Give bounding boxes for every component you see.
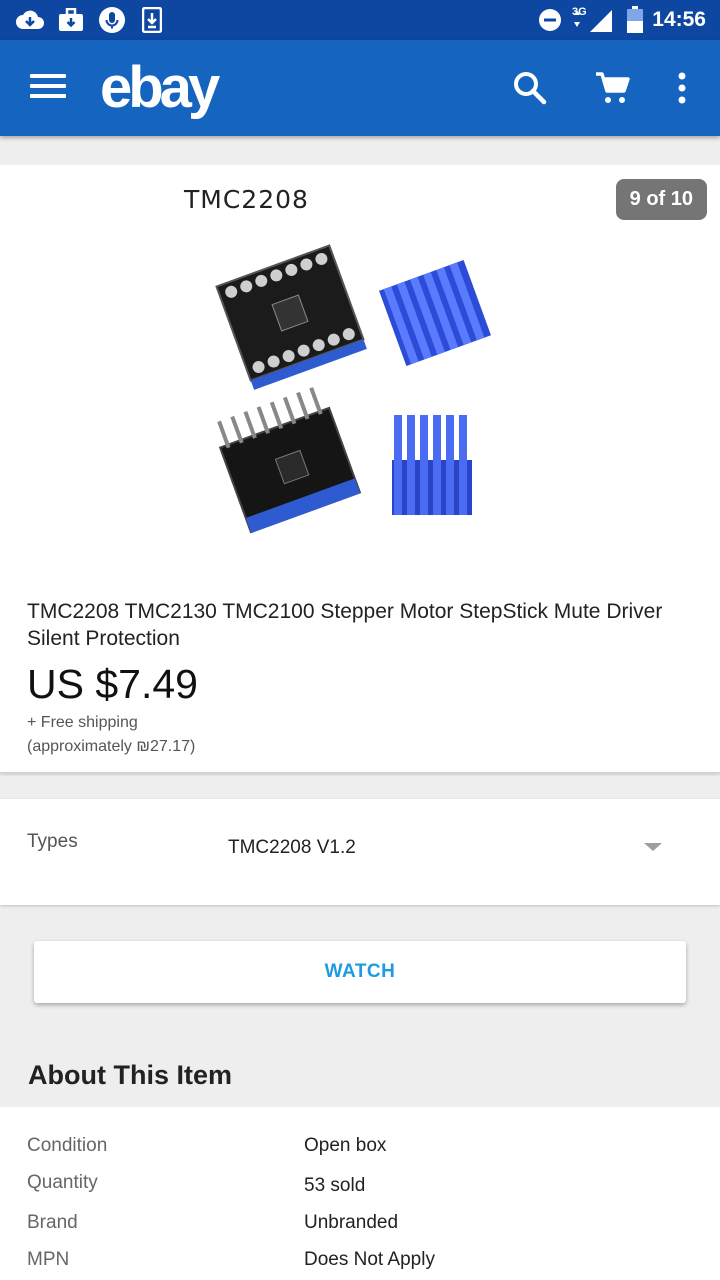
spec-key: MPN <box>27 1249 70 1270</box>
spec-row-condition: Condition Open box <box>0 1135 720 1165</box>
spec-value: Does Not Apply <box>304 1249 435 1270</box>
search-icon[interactable] <box>512 70 548 106</box>
spec-value: Unbranded <box>304 1212 399 1233</box>
signal-icon <box>570 7 614 33</box>
spec-row-mpn: MPN Does Not Apply <box>0 1249 720 1279</box>
status-bar: 3G 14:56 <box>0 0 720 40</box>
download-cloud-icon <box>16 7 44 33</box>
dropdown-arrow-icon[interactable] <box>644 843 662 851</box>
spec-key: Quantity <box>27 1172 98 1193</box>
item-info: TMC2208 TMC2130 TMC2100 Stepper Motor St… <box>0 575 720 773</box>
spec-value: Open box <box>304 1135 387 1156</box>
image-gallery[interactable]: TMC2208 9 of 10 <box>0 165 720 575</box>
watch-button[interactable]: WATCH <box>34 941 686 1003</box>
microphone-icon <box>98 7 126 33</box>
cart-icon[interactable] <box>594 70 630 106</box>
product-image[interactable] <box>210 235 510 535</box>
spec-row-brand: Brand Unbranded <box>0 1212 720 1242</box>
menu-icon[interactable] <box>30 70 66 106</box>
spec-value: 53 sold <box>304 1175 366 1196</box>
ebay-logo[interactable]: ebay <box>100 54 220 121</box>
battery-icon <box>626 6 644 33</box>
item-specifics: Condition Open box Quantity 53 sold Bran… <box>0 1107 720 1280</box>
about-heading: About This Item <box>28 1060 232 1090</box>
item-price: US $7.49 <box>27 661 198 707</box>
app-bar: ebay <box>0 40 720 136</box>
spec-key: Condition <box>27 1135 108 1156</box>
shipping-info: + Free shipping <box>27 714 138 731</box>
variation-label: Types <box>27 831 78 852</box>
variation-value[interactable]: TMC2208 V1.2 <box>228 837 356 859</box>
spec-row-quantity: Quantity 53 sold <box>0 1172 720 1202</box>
do-not-disturb-icon <box>538 7 562 33</box>
image-counter: 9 of 10 <box>615 179 707 220</box>
more-vert-icon[interactable] <box>664 70 700 106</box>
approx-price: (approximately ₪27.17) <box>27 738 196 755</box>
download-icon <box>142 7 162 33</box>
item-title: TMC2208 TMC2130 TMC2100 Stepper Motor St… <box>27 600 663 650</box>
variation-selector[interactable]: Types TMC2208 V1.2 <box>0 799 720 905</box>
briefcase-download-icon <box>58 7 84 33</box>
clock: 14:56 <box>652 8 706 31</box>
spec-key: Brand <box>27 1212 78 1233</box>
image-caption: TMC2208 <box>184 185 309 214</box>
